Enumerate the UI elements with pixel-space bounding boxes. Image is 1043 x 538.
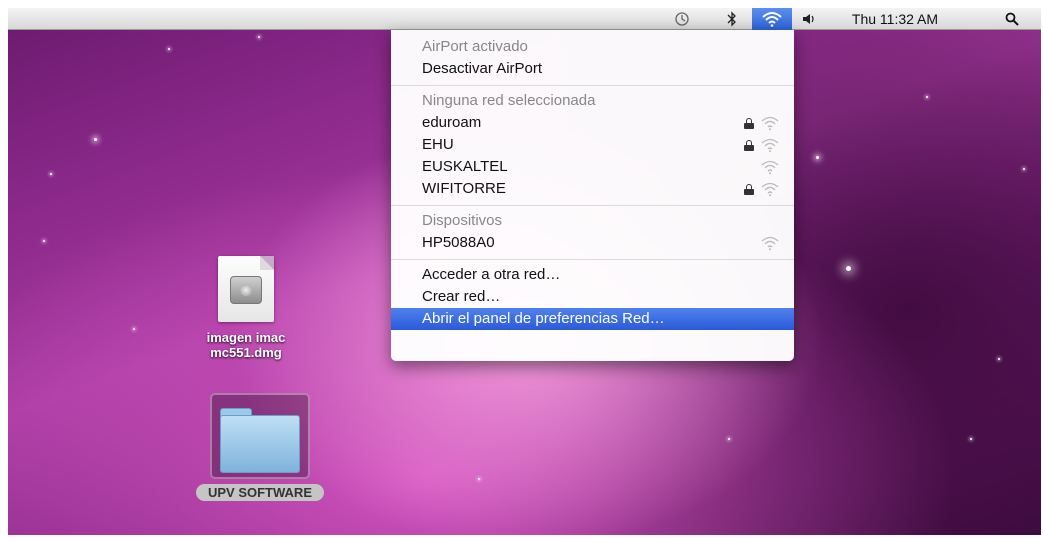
menu-separator	[391, 205, 794, 206]
star	[258, 36, 260, 38]
folder-selection-highlight	[210, 393, 310, 479]
dmg-label-line1: imagen imac	[206, 330, 286, 345]
menu-separator	[391, 259, 794, 260]
dmg-file-label: imagen imac mc551.dmg	[191, 330, 301, 360]
star	[816, 156, 819, 159]
network-name: EHU	[422, 136, 454, 153]
wifi-signal-icon	[761, 160, 779, 174]
menu-item-join-other-network[interactable]: Acceder a otra red…	[391, 264, 794, 286]
network-name: EUSKALTEL	[422, 158, 508, 175]
menu-item-network-ehu[interactable]: EHU	[391, 134, 794, 156]
disk-image-icon	[218, 256, 274, 322]
lock-icon	[744, 139, 754, 151]
menu-item-network-euskaltel[interactable]: EUSKALTEL	[391, 156, 794, 178]
star	[94, 138, 97, 141]
upv-software-folder[interactable]: UPV SOFTWARE	[180, 393, 340, 502]
star	[846, 266, 851, 271]
star	[728, 438, 730, 440]
network-name: WIFITORRE	[422, 180, 506, 197]
menu-item-create-network[interactable]: Crear red…	[391, 286, 794, 308]
menu-bar: Thu 11:32 AM	[8, 8, 1041, 30]
menu-bar-clock[interactable]: Thu 11:32 AM	[840, 8, 950, 30]
network-name: eduroam	[422, 114, 482, 131]
star	[50, 173, 52, 175]
wifi-signal-icon	[761, 236, 779, 250]
wifi-signal-icon	[761, 116, 779, 130]
devices-header: Dispositivos	[422, 212, 503, 229]
folder-icon	[220, 415, 300, 473]
wifi-signal-icon	[761, 182, 779, 196]
folder-label: UPV SOFTWARE	[195, 484, 324, 501]
dmg-file-icon[interactable]: imagen imac mc551.dmg	[191, 256, 301, 360]
star	[926, 96, 928, 98]
menu-separator	[391, 85, 794, 86]
networks-header: Ninguna red seleccionada	[422, 92, 596, 109]
airport-menu: AirPort activado Desactivar AirPort Ning…	[391, 30, 794, 361]
star	[168, 48, 170, 50]
device-name: HP5088A0	[422, 234, 495, 251]
bluetooth-icon[interactable]	[722, 8, 742, 30]
star	[1023, 168, 1025, 170]
menu-item-network-eduroam[interactable]: eduroam	[391, 112, 794, 134]
menu-item-device-hp5088a0[interactable]: HP5088A0	[391, 232, 794, 254]
star	[478, 478, 480, 480]
lock-icon	[744, 183, 754, 195]
airport-status: AirPort activado	[422, 38, 528, 55]
dmg-label-line2: mc551.dmg	[210, 345, 282, 360]
desktop: Thu 11:32 AM imagen imac mc551.dmg UPV S…	[8, 8, 1041, 535]
time-machine-icon[interactable]	[671, 8, 693, 30]
menu-item-open-network-preferences[interactable]: Abrir el panel de preferencias Red…	[391, 308, 794, 330]
wifi-signal-icon	[761, 138, 779, 152]
star	[998, 358, 1000, 360]
menu-item-network-wifitorre[interactable]: WIFITORRE	[391, 178, 794, 200]
volume-icon[interactable]	[800, 8, 820, 30]
airport-icon[interactable]	[752, 8, 792, 30]
lock-icon	[744, 117, 754, 129]
star	[970, 438, 972, 440]
menu-item-turn-off-airport[interactable]: Desactivar AirPort	[391, 58, 794, 80]
spotlight-icon[interactable]	[1000, 8, 1024, 30]
star	[43, 240, 45, 242]
star	[133, 328, 135, 330]
